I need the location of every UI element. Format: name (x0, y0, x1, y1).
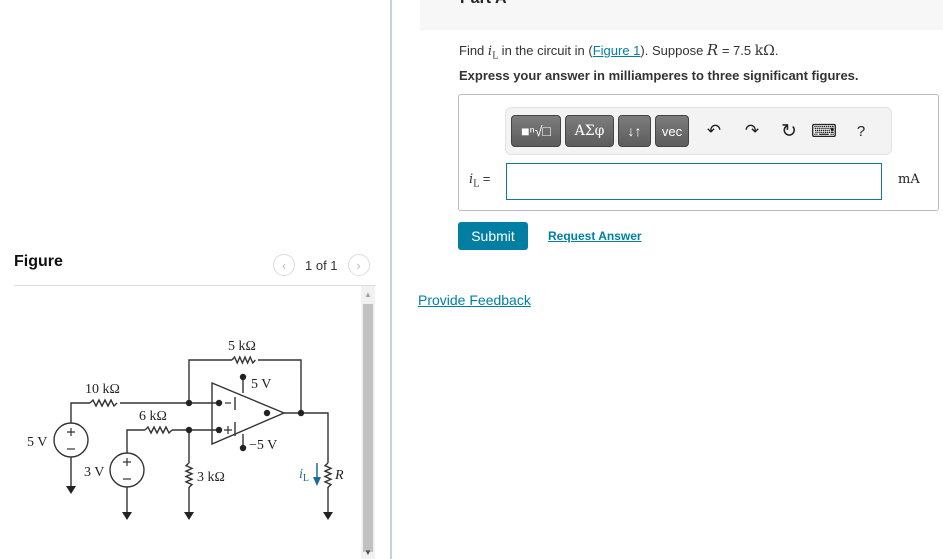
next-figure-button[interactable]: › (347, 254, 370, 276)
figure-pager: ‹ 1 of 1 › (273, 254, 370, 276)
opamp-triangle (211, 381, 286, 446)
chevron-right-icon: › (356, 257, 361, 273)
current-arrow (313, 463, 321, 486)
help-icon[interactable]: ? (850, 120, 872, 142)
figure-link[interactable]: Figure 1 (593, 43, 641, 58)
provide-feedback-link[interactable]: Provide Feedback (418, 292, 531, 308)
vector-button[interactable]: vec (655, 115, 689, 147)
scroll-thumb[interactable] (363, 304, 373, 552)
request-answer-link[interactable]: Request Answer (548, 229, 642, 243)
scroll-down-arrow-icon[interactable]: ▼ (361, 548, 375, 558)
templates-icon: ■ⁿ√□ (521, 123, 551, 139)
label-v-source2: 3 V (84, 465, 104, 480)
label-r-feedback: 5 kΩ (228, 339, 256, 354)
circuit-diagram: 5 kΩ 10 kΩ 6 kΩ 3 kΩ 5 V 3 V 5 V −5 V R … (27, 339, 344, 520)
redo-icon[interactable]: ↷ (741, 120, 763, 142)
plus-sign (123, 458, 131, 466)
ground-arrow (323, 512, 333, 520)
question-text: Find iL in the circuit in (Figure 1). Su… (459, 41, 779, 62)
label-r-ground: 3 kΩ (197, 470, 225, 485)
prev-figure-button[interactable]: ‹ (273, 254, 295, 276)
math-toolbar: ■ⁿ√□ ΑΣφ ↓↑ vec ↶ ↷ ↻ ⌨ ? (505, 107, 892, 155)
resistor-6k (144, 425, 173, 435)
plus-sign (67, 428, 75, 436)
node (185, 426, 193, 434)
resistor-10k (89, 398, 118, 408)
answer-label: iL = (469, 171, 491, 190)
resistor-load (323, 462, 333, 488)
label-current: iL (299, 467, 309, 484)
keyboard-icon[interactable]: ⌨ (811, 120, 837, 142)
wire (70, 402, 90, 423)
answer-panel: ■ⁿ√□ ΑΣφ ↓↑ vec ↶ ↷ ↻ ⌨ ? iL = mA (458, 94, 939, 211)
ground-arrow (184, 512, 194, 520)
chevron-left-icon: ‹ (281, 257, 287, 273)
node (215, 399, 223, 407)
node (297, 409, 305, 417)
node (185, 399, 193, 407)
plus-sign (224, 426, 232, 434)
label-v-neg-supply: −5 V (249, 438, 277, 453)
reset-icon[interactable]: ↻ (778, 120, 800, 142)
submit-button[interactable]: Submit (458, 222, 528, 250)
wire (188, 359, 232, 403)
greek-symbols-button[interactable]: ΑΣφ (565, 115, 614, 147)
label-load: R (334, 468, 344, 483)
figure-scrollbar[interactable]: ▲ ▼ (361, 286, 375, 559)
subscript-superscript-button[interactable]: ↓↑ (618, 115, 651, 147)
node (263, 409, 271, 417)
node (239, 373, 247, 381)
page-indicator: 1 of 1 (305, 257, 338, 273)
undo-icon[interactable]: ↶ (703, 120, 725, 142)
answer-unit: mA (898, 172, 920, 187)
label-v-pos-supply: 5 V (251, 377, 271, 392)
ground-arrow (122, 512, 132, 520)
ground-arrow (66, 486, 76, 494)
pane-divider[interactable] (390, 0, 392, 559)
answer-input[interactable] (506, 163, 882, 200)
node (239, 444, 247, 452)
part-header: Part A (420, 0, 943, 30)
label-v-source1: 5 V (27, 435, 47, 450)
part-title: Part A (460, 0, 507, 8)
templates-button[interactable]: ■ⁿ√□ (511, 115, 561, 147)
node (215, 426, 223, 434)
figure-title: Figure (14, 253, 63, 270)
wire (126, 429, 145, 453)
label-r-input: 10 kΩ (85, 382, 120, 397)
scroll-up-arrow-icon[interactable]: ▲ (361, 290, 375, 300)
arrows-updown-icon: ↓↑ (627, 123, 642, 139)
figure-pane: Figure ‹ 1 of 1 › 5 kΩ 10 kΩ 6 kΩ 3 kΩ 5… (0, 0, 390, 559)
resistor-3k (184, 462, 194, 488)
instruction-text: Express your answer in milliamperes to t… (459, 68, 859, 83)
resistor-5k (231, 355, 256, 365)
wire (284, 412, 329, 463)
label-r-plus: 6 kΩ (139, 409, 167, 424)
